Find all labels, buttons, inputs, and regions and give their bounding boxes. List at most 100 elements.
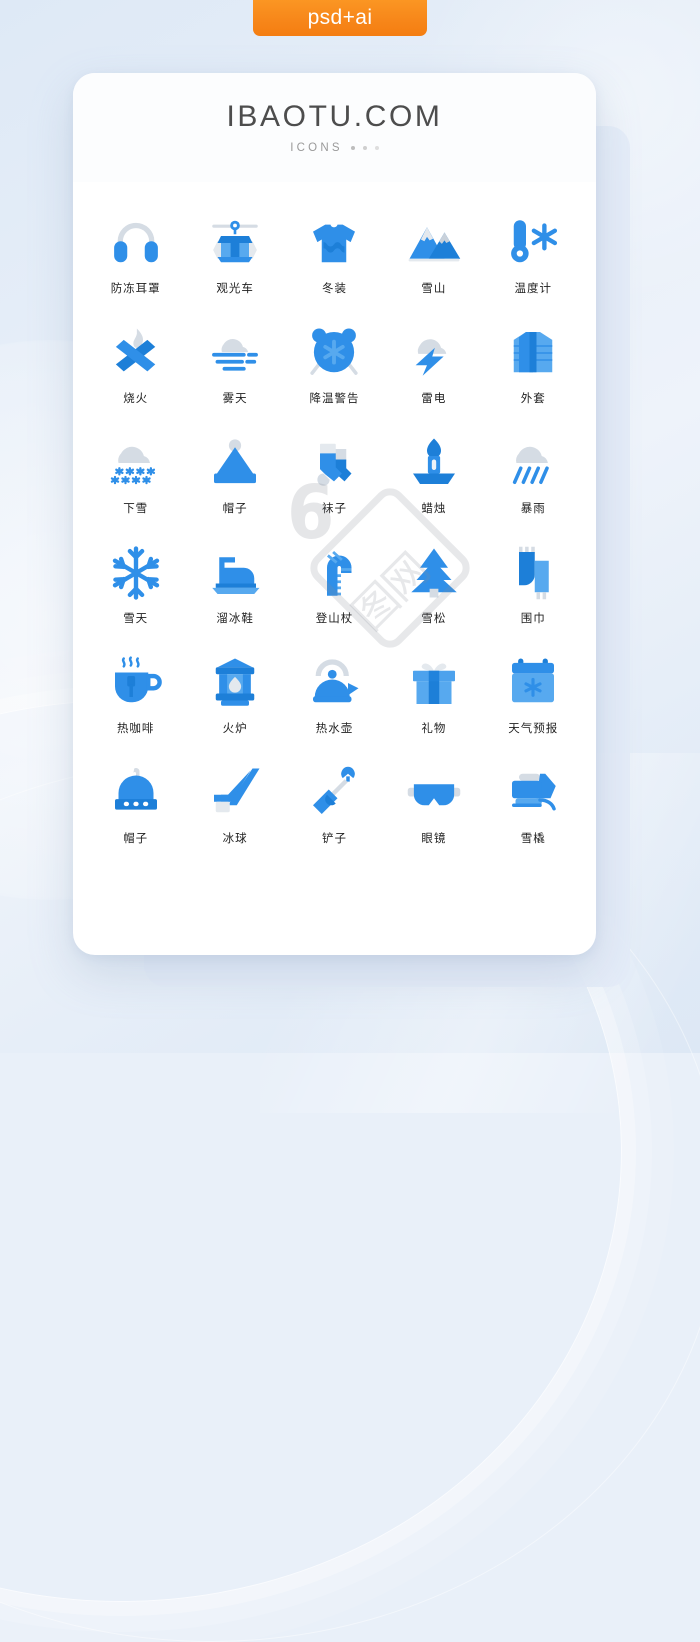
icon-label: 观光车 (216, 281, 254, 295)
decorative-dot-2 (362, 145, 367, 150)
pine-tree-icon (403, 542, 465, 604)
santa-hat-icon (204, 432, 266, 494)
icon-label: 溜冰鞋 (216, 611, 254, 625)
icon-label: 袜子 (321, 501, 347, 515)
icon-cell-hockey-stick[interactable]: 冰球 (185, 762, 284, 872)
icon-cell-stove-lantern[interactable]: 火炉 (185, 652, 284, 762)
icon-label: 雪天 (123, 611, 149, 625)
winter-sweater-icon (303, 212, 365, 274)
cold-alarm-icon (303, 322, 365, 384)
icon-label: 蜡烛 (421, 501, 447, 515)
icon-label: 热咖啡 (116, 721, 155, 735)
down-jacket-icon (502, 322, 564, 384)
icon-label: 围巾 (520, 611, 546, 625)
decorative-dot-1 (350, 145, 355, 150)
icon-label: 热水壶 (315, 721, 354, 735)
icon-label: 暴雨 (520, 501, 546, 515)
subtitle-row: ICONS (290, 141, 379, 154)
icon-label: 雾天 (222, 391, 248, 405)
icon-cell-earmuffs[interactable]: 防冻耳罩 (86, 212, 185, 322)
icon-label: 温度计 (514, 281, 553, 295)
icon-cell-socks[interactable]: 袜子 (285, 432, 384, 542)
icon-cell-thunderstorm[interactable]: 雷电 (384, 322, 483, 432)
icon-grid: 防冻耳罩 观光车 冬装 雪山 温度计 烧火 雾天 降温警告 雷电 外套 下雪 帽… (86, 212, 583, 872)
hockey-stick-icon (204, 762, 266, 824)
heavy-rain-icon (502, 432, 564, 494)
socks-icon (303, 432, 365, 494)
hot-coffee-icon (105, 652, 167, 714)
icon-cell-down-jacket[interactable]: 外套 (484, 322, 583, 432)
icon-label: 下雪 (123, 501, 149, 515)
kettle-icon (303, 652, 365, 714)
card-header: IBAOTU.COM ICONS (73, 73, 596, 182)
foggy-weather-icon (204, 322, 266, 384)
thunderstorm-icon (403, 322, 465, 384)
icon-label: 帽子 (123, 831, 149, 845)
stove-lantern-icon (204, 652, 266, 714)
icon-cell-beanie[interactable]: 帽子 (86, 762, 185, 872)
icon-cell-gift[interactable]: 礼物 (384, 652, 483, 762)
icon-cell-ice-skate[interactable]: 溜冰鞋 (185, 542, 284, 652)
icon-label: 铲子 (321, 831, 347, 845)
icon-label: 防冻耳罩 (110, 281, 161, 295)
weather-forecast-icon (502, 652, 564, 714)
icon-cell-pine-tree[interactable]: 雪松 (384, 542, 483, 652)
icon-cell-cable-car[interactable]: 观光车 (185, 212, 284, 322)
icon-label: 天气预报 (508, 721, 559, 735)
campfire-icon (105, 322, 167, 384)
icon-cell-candy-cane[interactable]: 登山杖 (285, 542, 384, 652)
icon-cell-goggles[interactable]: 眼镜 (384, 762, 483, 872)
icon-label: 降温警告 (309, 391, 360, 405)
icon-label: 外套 (520, 391, 546, 405)
snowmobile-icon (502, 762, 564, 824)
icon-cell-cold-alarm[interactable]: 降温警告 (285, 322, 384, 432)
icon-label: 雪山 (421, 281, 447, 295)
icon-set-card: IBAOTU.COM ICONS 防冻耳罩 观光车 冬装 雪山 温度计 烧火 雾… (73, 73, 596, 955)
icon-label: 雪松 (421, 611, 447, 625)
page-title: IBAOTU.COM (226, 99, 443, 133)
icon-cell-candle[interactable]: 蜡烛 (384, 432, 483, 542)
page-subtitle: ICONS (290, 141, 343, 154)
icon-cell-hot-coffee[interactable]: 热咖啡 (86, 652, 185, 762)
thermometer-icon (502, 212, 564, 274)
snowflake-icon (105, 542, 167, 604)
ice-skate-icon (204, 542, 266, 604)
icon-label: 雪橇 (520, 831, 546, 845)
icon-cell-scarf[interactable]: 围巾 (484, 542, 583, 652)
icon-cell-snowing[interactable]: 下雪 (86, 432, 185, 542)
icon-cell-heavy-rain[interactable]: 暴雨 (484, 432, 583, 542)
icon-cell-sweater[interactable]: 冬装 (285, 212, 384, 322)
icon-cell-thermometer[interactable]: 温度计 (484, 212, 583, 322)
earmuffs-icon (105, 212, 167, 274)
icon-cell-weather-forecast[interactable]: 天气预报 (484, 652, 583, 762)
icon-cell-snow-mountain[interactable]: 雪山 (384, 212, 483, 322)
icon-label: 烧火 (123, 391, 149, 405)
icon-label: 冰球 (222, 831, 248, 845)
icon-cell-snowflake[interactable]: 雪天 (86, 542, 185, 652)
icon-label: 火炉 (222, 721, 248, 735)
candy-cane-icon (303, 542, 365, 604)
scarf-icon (502, 542, 564, 604)
icon-cell-shovel[interactable]: 铲子 (285, 762, 384, 872)
icon-cell-snowmobile[interactable]: 雪橇 (484, 762, 583, 872)
decorative-dot-3 (374, 145, 379, 150)
icon-cell-foggy[interactable]: 雾天 (185, 322, 284, 432)
cable-car-icon (204, 212, 266, 274)
snowing-cloud-icon (105, 432, 167, 494)
icon-label: 帽子 (222, 501, 248, 515)
icon-label: 登山杖 (315, 611, 354, 625)
icon-label: 冬装 (321, 281, 347, 295)
format-badge: psd+ai (253, 0, 427, 36)
icon-label: 礼物 (421, 721, 447, 735)
snow-mountain-icon (403, 212, 465, 274)
gift-box-icon (403, 652, 465, 714)
icon-panel: 防冻耳罩 观光车 冬装 雪山 温度计 烧火 雾天 降温警告 雷电 外套 下雪 帽… (86, 182, 583, 952)
format-badge-label: psd+ai (307, 6, 373, 29)
icon-cell-campfire[interactable]: 烧火 (86, 322, 185, 432)
snow-shovel-icon (303, 762, 365, 824)
icon-label: 眼镜 (421, 831, 447, 845)
candle-icon (403, 432, 465, 494)
icon-cell-kettle[interactable]: 热水壶 (285, 652, 384, 762)
icon-cell-santa-hat[interactable]: 帽子 (185, 432, 284, 542)
beanie-hat-icon (105, 762, 167, 824)
